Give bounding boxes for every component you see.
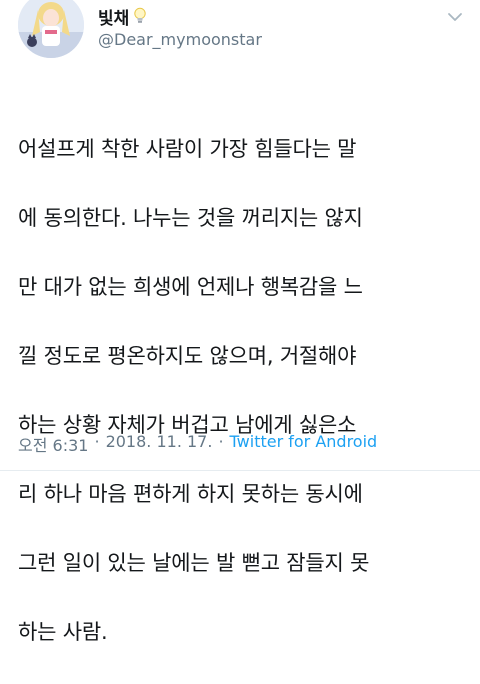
tweet-date[interactable]: 2018. 11. 17. — [106, 432, 213, 456]
lightbulb-icon — [133, 7, 147, 25]
divider — [0, 470, 480, 471]
meta-separator: · — [94, 432, 100, 451]
tweet-header: 빛채 @Dear_mymoonstar — [18, 0, 468, 70]
tweet-source-link[interactable]: Twitter for Android — [230, 432, 378, 456]
user-handle[interactable]: @Dear_mymoonstar — [98, 30, 262, 49]
avatar[interactable] — [18, 0, 84, 58]
chevron-down-icon[interactable] — [446, 8, 464, 26]
tweet-line: 그런 일이 있는 날에는 발 뻗고 잠들지 못 — [18, 550, 370, 575]
tweet-line: 만 대가 없는 희생에 언제나 행복감을 느 — [18, 274, 363, 299]
tweet-text: 어설프게 착한 사람이 가장 힘들다는 말 에 동의한다. 나누는 것을 꺼리지… — [18, 97, 468, 684]
tweet-line: 리 하나 마음 편하게 하지 못하는 동시에 — [18, 481, 363, 506]
tweet-time[interactable]: 오전 6:31 — [18, 432, 88, 456]
tweet-line: 하는 사람. — [18, 619, 108, 644]
display-name-row: 빛채 — [98, 4, 147, 29]
tweet-line: 어설프게 착한 사람이 가장 힘들다는 말 — [18, 136, 357, 161]
avatar-image — [18, 0, 84, 58]
tweet-line: 낄 정도로 평온하지도 않으며, 거절해야 — [18, 343, 357, 368]
tweet-card: 빛채 @Dear_mymoonstar 어설프게 착한 사람이 가장 힘들다는 … — [0, 0, 480, 644]
display-name[interactable]: 빛채 — [98, 4, 129, 29]
tweet-meta: 오전 6:31 · 2018. 11. 17. · Twitter for An… — [18, 432, 377, 456]
meta-separator: · — [218, 432, 224, 451]
tweet-line: 에 동의한다. 나누는 것을 꺼리지는 않지 — [18, 205, 363, 230]
